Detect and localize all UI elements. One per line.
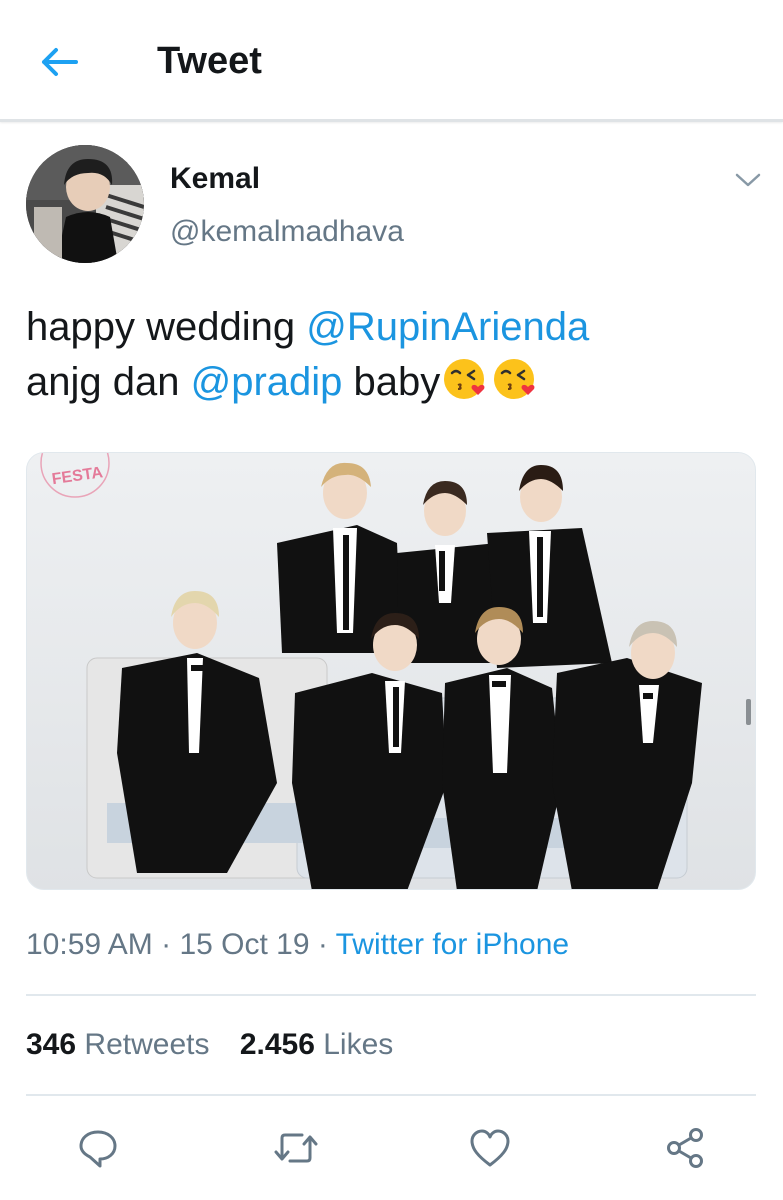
divider bbox=[26, 1094, 756, 1096]
page-title: Tweet bbox=[157, 40, 262, 82]
retweets-count: 346 bbox=[26, 1028, 77, 1061]
reply-icon bbox=[79, 1130, 117, 1168]
retweet-button[interactable] bbox=[270, 1122, 322, 1174]
likes-label: Likes bbox=[323, 1028, 394, 1061]
tweet-date: 15 Oct 19 bbox=[179, 928, 310, 961]
tweet-meta: 10:59 AM · 15 Oct 19 · Twitter for iPhon… bbox=[26, 928, 569, 962]
retweets-label: Retweets bbox=[84, 1028, 210, 1061]
mention-link[interactable]: @pradip bbox=[191, 360, 343, 404]
tweet-time: 10:59 AM bbox=[26, 928, 153, 961]
share-icon bbox=[667, 1128, 703, 1168]
likes-stat[interactable]: 2.456 Likes bbox=[240, 1028, 393, 1062]
likes-count: 2.456 bbox=[239, 1028, 315, 1061]
tweet-source-link[interactable]: Twitter for iPhone bbox=[336, 928, 569, 961]
retweet-icon bbox=[274, 1133, 318, 1163]
kiss-emoji-icon bbox=[444, 359, 485, 399]
tweet-text: happy wedding @RupinArienda anjg dan @pr… bbox=[26, 300, 756, 410]
avatar-photo bbox=[26, 145, 144, 263]
more-options-button[interactable] bbox=[730, 162, 766, 198]
tweet-text-part: baby bbox=[342, 360, 441, 404]
mention-link[interactable]: @RupinArienda bbox=[306, 305, 589, 349]
top-bar: Tweet bbox=[0, 0, 783, 122]
tweet-stats: 346 Retweets 2.456 Likes bbox=[26, 1028, 415, 1062]
meta-separator: · bbox=[309, 928, 336, 961]
author-handle[interactable]: @kemalmadhava bbox=[170, 215, 404, 249]
heart-icon bbox=[470, 1129, 510, 1167]
share-button[interactable] bbox=[659, 1122, 711, 1174]
author-name[interactable]: Kemal bbox=[170, 162, 260, 196]
avatar[interactable] bbox=[26, 145, 144, 263]
tweet-text-part: anjg dan bbox=[26, 360, 191, 404]
meta-separator: · bbox=[152, 928, 180, 961]
tweet-text-part: happy wedding bbox=[26, 305, 307, 349]
reply-button[interactable] bbox=[72, 1122, 124, 1174]
like-button[interactable] bbox=[464, 1122, 516, 1174]
chevron-down-icon bbox=[735, 173, 761, 187]
divider bbox=[26, 994, 756, 996]
retweets-stat[interactable]: 346 Retweets bbox=[26, 1028, 209, 1062]
back-button[interactable] bbox=[36, 38, 84, 86]
kiss-emoji-icon bbox=[494, 359, 535, 399]
tweet-photo[interactable]: FESTA bbox=[26, 452, 756, 890]
media-scrollbar[interactable] bbox=[746, 699, 751, 725]
group-photo: FESTA bbox=[27, 453, 755, 889]
back-arrow-icon bbox=[42, 48, 78, 76]
